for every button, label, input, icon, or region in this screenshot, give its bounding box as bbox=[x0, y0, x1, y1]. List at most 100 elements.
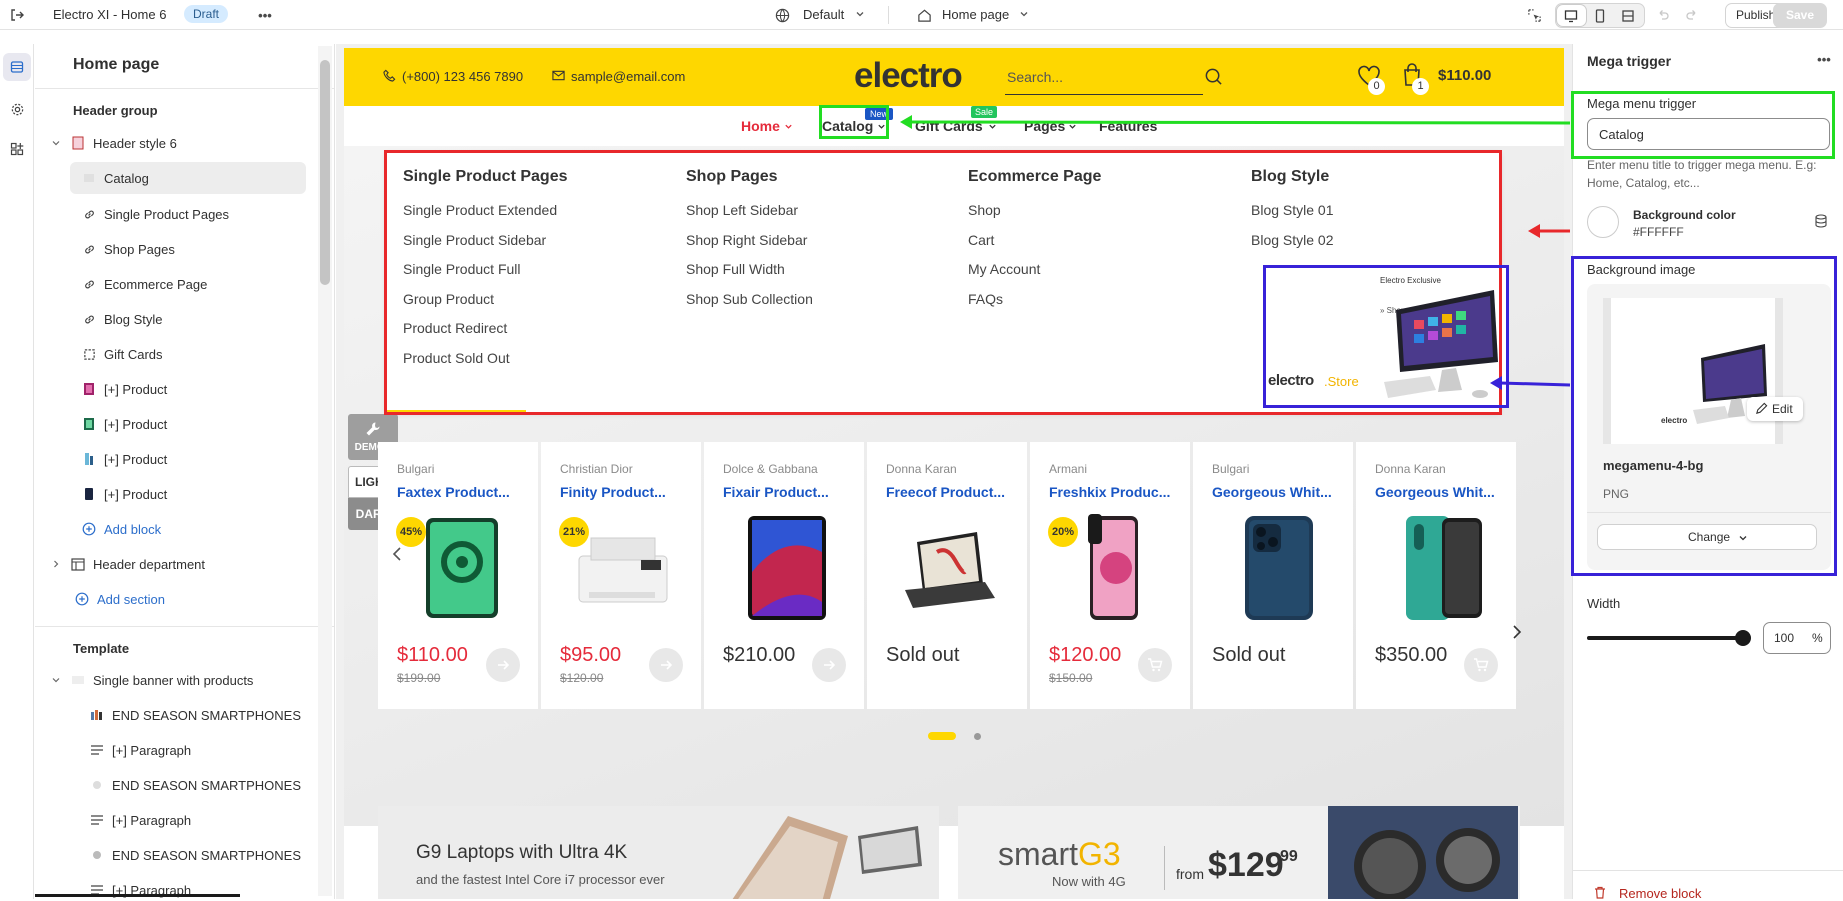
banner2-price: $129 bbox=[1208, 846, 1284, 884]
tree-item-block[interactable]: Gift Cards bbox=[82, 340, 334, 368]
store-logo[interactable]: electro bbox=[854, 56, 963, 96]
wrench-icon bbox=[364, 420, 382, 438]
color-swatch[interactable] bbox=[1587, 206, 1619, 238]
divider bbox=[1164, 846, 1165, 890]
divider bbox=[1573, 870, 1843, 871]
discount-badge: 20% bbox=[1048, 517, 1078, 547]
product-brand: Bulgari bbox=[397, 462, 435, 476]
tree-item-block[interactable]: Ecommerce Page bbox=[82, 270, 334, 298]
add-to-cart-button[interactable] bbox=[1464, 648, 1498, 682]
redo-icon[interactable] bbox=[1683, 6, 1701, 24]
quick-view-button[interactable] bbox=[486, 648, 520, 682]
chevron-down-icon[interactable] bbox=[1018, 8, 1030, 20]
tree-item-block[interactable]: [+] Product bbox=[82, 410, 334, 438]
more-options-icon[interactable]: ••• bbox=[254, 5, 276, 25]
product-name[interactable]: Fixair Product... bbox=[723, 484, 829, 500]
store-search-input[interactable]: Search... bbox=[1007, 69, 1063, 85]
tree-item-header-style[interactable]: Header style 6 bbox=[49, 129, 329, 157]
tree-item-block[interactable]: [+] Product bbox=[82, 445, 334, 473]
mobile-view-icon[interactable] bbox=[1592, 8, 1608, 24]
add-section-button[interactable]: Add section bbox=[75, 585, 334, 613]
nav-gift-cards[interactable]: Gift Cards bbox=[915, 118, 983, 134]
tree-item-block[interactable]: [+] Paragraph bbox=[90, 806, 334, 834]
store-phone[interactable]: (+800) 123 456 7890 bbox=[402, 69, 523, 84]
inspector-icon[interactable] bbox=[1525, 6, 1543, 24]
product-name[interactable]: Freecof Product... bbox=[886, 484, 1005, 500]
more-options-icon[interactable]: ••• bbox=[1813, 50, 1835, 68]
banner-smartwatch[interactable]: smartG3 Now with 4G from $129 99 bbox=[958, 806, 1520, 899]
width-input[interactable]: 100 % bbox=[1763, 622, 1831, 654]
phone-icon bbox=[382, 68, 396, 82]
product-card[interactable]: Christian Dior Finity Product... 21% $95… bbox=[541, 442, 701, 709]
tree-item-block[interactable]: Blog Style bbox=[82, 305, 334, 333]
product-name[interactable]: Finity Product... bbox=[560, 484, 666, 500]
nav-features[interactable]: Features bbox=[1099, 118, 1157, 134]
apps-icon[interactable] bbox=[8, 140, 26, 158]
page-select[interactable]: Home page bbox=[942, 7, 1009, 22]
tree-item-label: Blog Style bbox=[104, 311, 163, 327]
chevron-right-icon[interactable] bbox=[49, 557, 63, 571]
chevron-down-icon[interactable] bbox=[854, 8, 866, 20]
product-card[interactable]: Dolce & Gabbana Fixair Product... $210.0… bbox=[704, 442, 864, 709]
chevron-down-icon[interactable] bbox=[49, 673, 63, 687]
product-name[interactable]: Georgeous Whit... bbox=[1375, 484, 1495, 500]
quick-view-button[interactable] bbox=[812, 648, 846, 682]
product-card[interactable]: Bulgari Georgeous Whit... Sold out bbox=[1193, 442, 1353, 709]
tree-item-block[interactable]: [+] Paragraph bbox=[90, 736, 334, 764]
tree-item-block[interactable]: END SEASON SMARTPHONES bbox=[90, 771, 334, 799]
tree-item-single-banner[interactable]: Single banner with products bbox=[49, 666, 329, 694]
chevron-down-icon bbox=[783, 121, 793, 131]
undo-icon[interactable] bbox=[1654, 6, 1672, 24]
trash-icon bbox=[1593, 885, 1607, 899]
product-name[interactable]: Freshkix Produc... bbox=[1049, 484, 1170, 500]
product-card[interactable]: Donna Karan Georgeous Whit... $350.00 bbox=[1356, 442, 1516, 709]
carousel-dot[interactable] bbox=[974, 733, 981, 740]
product-card[interactable]: Donna Karan Freecof Product... Sold out bbox=[867, 442, 1027, 709]
carousel-prev-icon[interactable] bbox=[390, 544, 404, 564]
tree-item-block[interactable]: Single Product Pages bbox=[82, 200, 334, 228]
nav-home[interactable]: Home bbox=[741, 118, 780, 134]
database-icon[interactable] bbox=[1813, 213, 1829, 229]
tree-item-block[interactable]: [+] Product bbox=[82, 375, 334, 403]
annotation-bg-image-setting-highlight bbox=[1571, 256, 1837, 576]
draft-badge: Draft bbox=[184, 5, 229, 23]
quick-view-button[interactable] bbox=[649, 648, 683, 682]
product-card[interactable]: Bulgari Faxtex Product... 45% $110.00 $1… bbox=[378, 442, 538, 709]
product-brand: Armani bbox=[1049, 462, 1088, 476]
tree-item-catalog[interactable]: Catalog bbox=[70, 162, 306, 194]
discount-badge: 45% bbox=[396, 517, 426, 547]
fullscreen-view-icon[interactable] bbox=[1620, 8, 1636, 24]
chevron-down-icon[interactable] bbox=[49, 136, 63, 150]
width-slider[interactable] bbox=[1587, 630, 1751, 646]
theme-select[interactable]: Default bbox=[803, 7, 844, 22]
tree-item-block[interactable]: Shop Pages bbox=[82, 235, 334, 263]
product-card[interactable]: Armani Freshkix Produc... 20% $120.00 $1… bbox=[1030, 442, 1190, 709]
product-name[interactable]: Faxtex Product... bbox=[397, 484, 510, 500]
tree-item-header-department[interactable]: Header department bbox=[49, 550, 329, 578]
product-name[interactable]: Georgeous Whit... bbox=[1212, 484, 1332, 500]
search-icon[interactable] bbox=[1202, 65, 1224, 87]
wishlist-count: 0 bbox=[1368, 78, 1385, 95]
store-email[interactable]: sample@email.com bbox=[571, 69, 685, 84]
product-price: $350.00 bbox=[1375, 644, 1448, 666]
add-block-button[interactable]: Add block bbox=[82, 515, 334, 543]
sections-icon bbox=[8, 58, 26, 76]
carousel-dot-active[interactable] bbox=[928, 732, 956, 740]
settings-gear-icon[interactable] bbox=[8, 100, 26, 118]
product-brand: Bulgari bbox=[1212, 462, 1250, 476]
carousel-next-icon[interactable] bbox=[1510, 622, 1524, 642]
save-button[interactable]: Save bbox=[1773, 3, 1827, 28]
tree-item-block[interactable]: END SEASON SMARTPHONES bbox=[90, 701, 334, 729]
cart-total[interactable]: $110.00 bbox=[1438, 67, 1491, 84]
product-price: Sold out bbox=[1212, 644, 1286, 666]
tree-item-block[interactable]: END SEASON SMARTPHONES bbox=[90, 841, 334, 869]
scrollbar-thumb[interactable] bbox=[320, 60, 330, 285]
slider-thumb[interactable] bbox=[1735, 630, 1751, 646]
banner-laptops[interactable]: G9 Laptops with Ultra 4K and the fastest… bbox=[378, 806, 939, 899]
exit-icon[interactable] bbox=[7, 6, 27, 24]
product-price: Sold out bbox=[886, 644, 960, 666]
nav-pages[interactable]: Pages bbox=[1024, 118, 1065, 134]
tree-item-label: END SEASON SMARTPHONES bbox=[112, 777, 302, 793]
tree-item-block[interactable]: [+] Product bbox=[82, 480, 334, 508]
add-to-cart-button[interactable] bbox=[1138, 648, 1172, 682]
